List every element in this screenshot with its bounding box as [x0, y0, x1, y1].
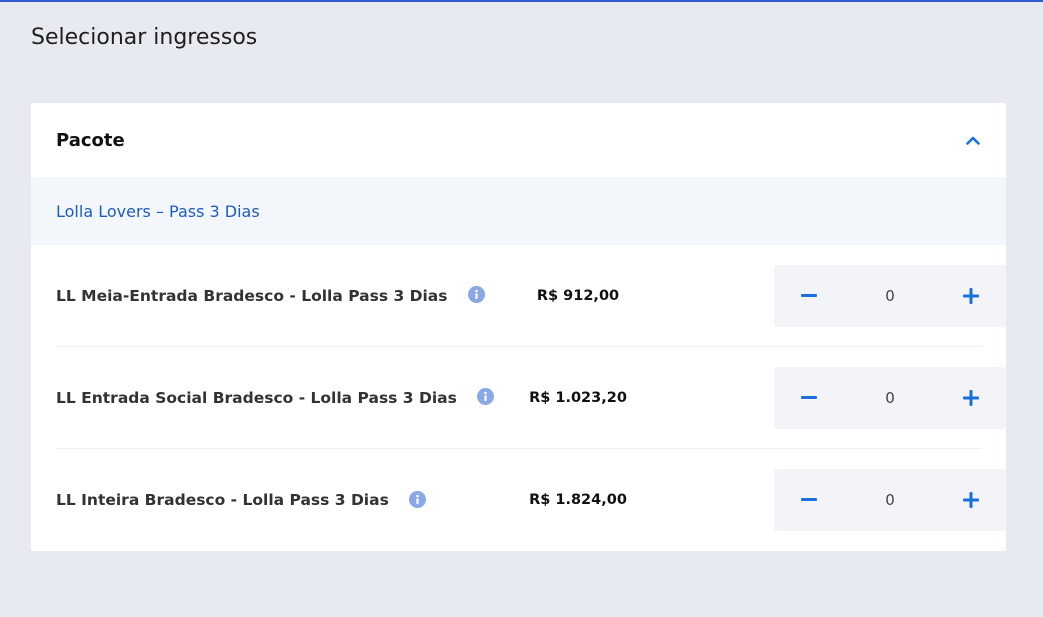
decrement-button[interactable] [774, 367, 844, 429]
minus-icon [801, 498, 817, 501]
panel-header[interactable]: Pacote [31, 103, 1006, 177]
chevron-up-icon[interactable] [965, 132, 981, 148]
ticket-row: LL Meia-Entrada Bradesco - Lolla Pass 3 … [56, 245, 1006, 347]
ticket-row: LL Inteira Bradesco - Lolla Pass 3 Dias … [56, 449, 1006, 551]
minus-icon [801, 293, 817, 297]
decrement-button[interactable] [774, 265, 844, 327]
plus-icon [963, 287, 979, 304]
package-group-label: Lolla Lovers – Pass 3 Dias [56, 201, 260, 221]
quantity-value: 0 [885, 286, 895, 305]
increment-button[interactable] [936, 265, 1006, 327]
ticket-price: R$ 1.023,20 [529, 389, 627, 406]
ticket-name: LL Inteira Bradesco - Lolla Pass 3 Dias [56, 491, 389, 509]
ticket-list: LL Meia-Entrada Bradesco - Lolla Pass 3 … [31, 245, 1006, 551]
ticket-price: R$ 1.824,00 [529, 492, 627, 508]
package-group-header: Lolla Lovers – Pass 3 Dias [31, 177, 1006, 245]
quantity-stepper: 0 [774, 366, 1006, 429]
ticket-name: LL Meia-Entrada Bradesco - Lolla Pass 3 … [56, 286, 448, 305]
increment-button[interactable] [936, 469, 1006, 531]
top-accent-line [0, 0, 1043, 2]
quantity-stepper: 0 [774, 469, 1006, 531]
panel-title: Pacote [56, 129, 125, 151]
plus-icon [963, 492, 979, 508]
plus-icon [963, 389, 979, 406]
ticket-name: LL Entrada Social Bradesco - Lolla Pass … [56, 388, 457, 407]
quantity-value: 0 [885, 491, 895, 509]
minus-icon [801, 395, 817, 399]
info-icon[interactable] [408, 490, 426, 508]
decrement-button[interactable] [774, 469, 844, 531]
page-title: Selecionar ingressos [31, 25, 258, 50]
quantity-value: 0 [885, 388, 895, 407]
quantity-stepper: 0 [774, 264, 1006, 327]
ticket-row: LL Entrada Social Bradesco - Lolla Pass … [56, 347, 1006, 449]
ticket-price: R$ 912,00 [536, 287, 620, 304]
package-panel: Pacote Lolla Lovers – Pass 3 Dias LL Mei… [31, 103, 1006, 551]
increment-button[interactable] [936, 367, 1006, 429]
